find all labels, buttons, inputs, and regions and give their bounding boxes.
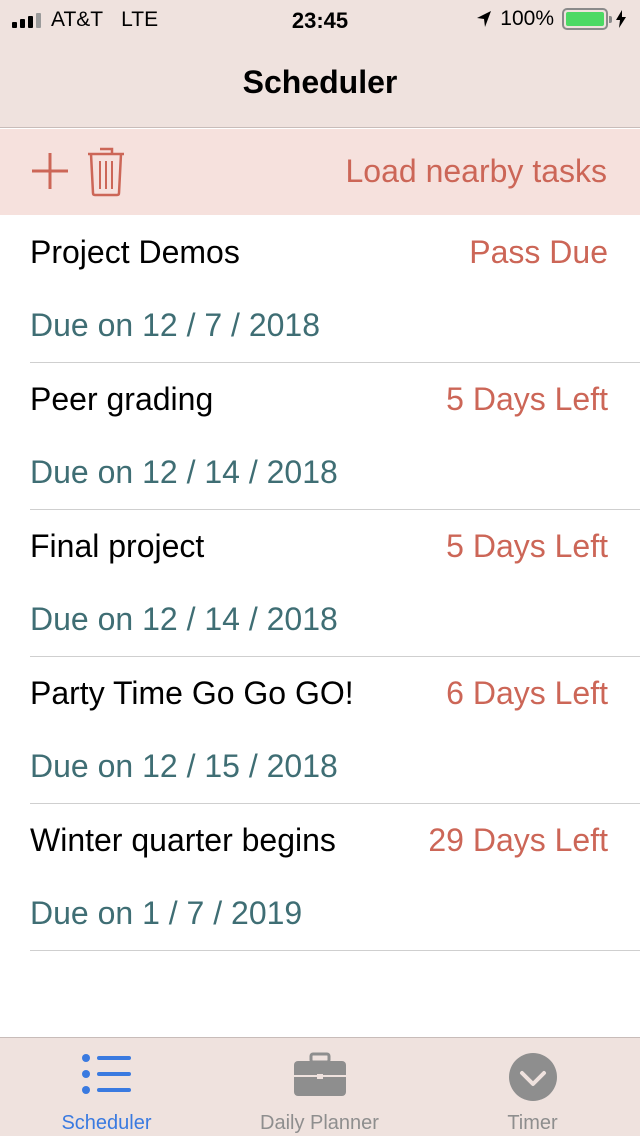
task-remaining: Pass Due: [469, 234, 608, 270]
top-bar: AT&T LTE 23:45 100% Scheduler: [0, 0, 640, 128]
battery-icon: [562, 8, 612, 30]
task-title: Project Demos: [30, 234, 240, 270]
task-title: Winter quarter begins: [30, 822, 336, 858]
task-due-date: Due on 1 / 7 / 2019: [30, 895, 303, 931]
tab-label: Daily Planner: [260, 1112, 379, 1134]
trash-button[interactable]: [86, 145, 126, 197]
task-row[interactable]: Party Time Go Go GO! 6 Days Left Due on …: [30, 657, 640, 804]
page-title: Scheduler: [242, 64, 398, 100]
task-toolbar: Load nearby tasks: [0, 129, 640, 215]
location-arrow-icon: [477, 11, 492, 27]
task-due-date: Due on 12 / 14 / 2018: [30, 601, 338, 637]
add-task-button[interactable]: [30, 151, 70, 191]
battery-percent: 100%: [500, 7, 554, 30]
task-row[interactable]: Final project 5 Days Left Due on 12 / 14…: [30, 510, 640, 657]
task-row[interactable]: Project Demos Pass Due Due on 12 / 7 / 2…: [30, 216, 640, 363]
status-bar: AT&T LTE 23:45 100%: [0, 0, 640, 40]
status-right: 100%: [476, 7, 626, 31]
task-due-date: Due on 12 / 15 / 2018: [30, 748, 338, 784]
charging-bolt-icon: [616, 10, 626, 28]
task-due-date: Due on 12 / 14 / 2018: [30, 454, 338, 490]
task-remaining: 5 Days Left: [446, 381, 608, 417]
task-due-date: Due on 12 / 7 / 2018: [30, 307, 320, 343]
task-row[interactable]: Winter quarter begins 29 Days Left Due o…: [30, 804, 640, 951]
tab-bar: Scheduler Daily Planner Timer: [0, 1037, 640, 1136]
tab-label: Timer: [507, 1112, 558, 1134]
task-remaining: 6 Days Left: [446, 675, 608, 711]
load-nearby-tasks-button[interactable]: Load nearby tasks: [346, 153, 608, 190]
list-icon: [81, 1054, 131, 1094]
tab-scheduler[interactable]: Scheduler: [0, 1038, 213, 1136]
task-row[interactable]: Peer grading 5 Days Left Due on 12 / 14 …: [30, 363, 640, 510]
task-remaining: 29 Days Left: [428, 822, 608, 858]
task-title: Peer grading: [30, 381, 214, 417]
tab-timer[interactable]: Timer: [426, 1038, 639, 1136]
task-list: Project Demos Pass Due Due on 12 / 7 / 2…: [0, 216, 640, 951]
task-title: Final project: [30, 528, 205, 564]
task-title: Party Time Go Go GO!: [30, 675, 354, 711]
checkmark-circle-icon: [508, 1053, 557, 1101]
tab-label: Scheduler: [61, 1112, 152, 1134]
tab-daily-planner[interactable]: Daily Planner: [213, 1038, 426, 1136]
task-remaining: 5 Days Left: [446, 528, 608, 564]
briefcase-icon: [293, 1052, 346, 1096]
